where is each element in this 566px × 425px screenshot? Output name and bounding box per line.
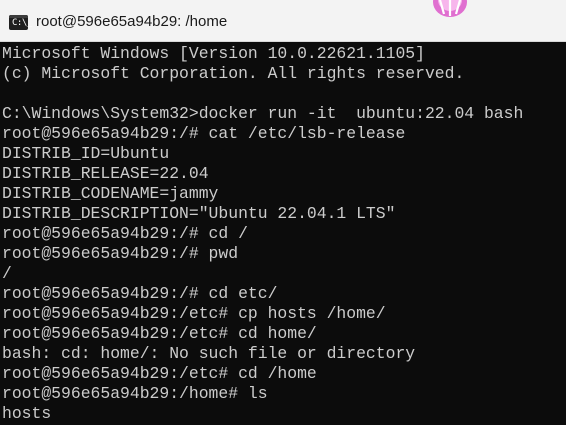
terminal-line: (c) Microsoft Corporation. All rights re… — [2, 64, 465, 83]
terminal-line: DISTRIB_RELEASE=22.04 — [2, 164, 209, 183]
terminal-icon: C:\_ — [9, 15, 32, 30]
terminal-line: Microsoft Windows [Version 10.0.22621.11… — [2, 44, 425, 63]
terminal-line: root@596e65a94b29:/etc# cd home/ — [2, 324, 317, 343]
terminal-line: root@596e65a94b29:/# pwd — [2, 244, 239, 263]
terminal-line: root@596e65a94b29:/# cd / — [2, 224, 248, 243]
terminal-line: root@596e65a94b29:/# cat /etc/lsb-releas… — [2, 124, 406, 143]
terminal-line: DISTRIB_CODENAME=jammy — [2, 184, 219, 203]
terminal-output[interactable]: Microsoft Windows [Version 10.0.22621.11… — [2, 44, 566, 425]
terminal-line: C:\Windows\System32>docker run -it ubunt… — [2, 104, 524, 123]
terminal-window: C:\_ root@596e65a94b29: /home Microsoft … — [0, 0, 566, 425]
terminal-line: hosts — [2, 404, 52, 423]
decorative-blob — [430, 0, 470, 18]
title-bar[interactable]: C:\_ root@596e65a94b29: /home — [0, 0, 566, 42]
terminal-line: bash: cd: home/: No such file or directo… — [2, 344, 416, 363]
terminal-line: root@596e65a94b29:/etc# cd /home — [2, 364, 317, 383]
terminal-line: DISTRIB_ID=Ubuntu — [2, 144, 170, 163]
terminal-line: root@596e65a94b29:/etc# cp hosts /home/ — [2, 304, 386, 323]
window-title: root@596e65a94b29: /home — [36, 13, 228, 30]
terminal-line: / — [2, 264, 12, 283]
terminal-line: root@596e65a94b29:/# cd etc/ — [2, 284, 278, 303]
terminal-line: root@596e65a94b29:/home# ls — [2, 384, 268, 403]
terminal-line: DISTRIB_DESCRIPTION="Ubuntu 22.04.1 LTS" — [2, 204, 396, 223]
